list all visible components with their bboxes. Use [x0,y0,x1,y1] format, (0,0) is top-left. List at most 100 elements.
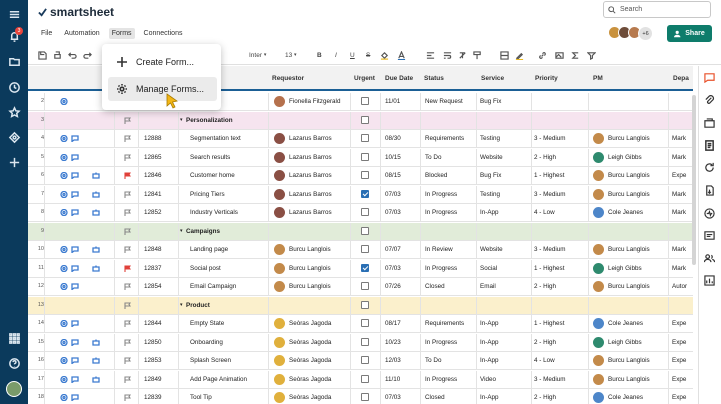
service-cell[interactable]: Testing [480,191,500,198]
service-cell[interactable]: In-App [480,320,499,327]
pm-name[interactable]: Cole Jeanes [608,320,643,327]
row-number[interactable]: 7 [28,191,44,197]
flag-icon[interactable] [124,246,132,253]
table-row[interactable]: 12 12854 Email Campaign Burcu Langlois 07/26… [28,278,693,296]
task-id[interactable]: 12837 [144,265,162,272]
column-header-urgent[interactable]: Urgent [354,75,375,82]
mention-icon[interactable] [60,171,68,180]
font-size-select[interactable]: 13 ▾ [285,50,297,60]
table-row[interactable]: 5 12865 Search results Lazarus Barros 10/15 T… [28,148,693,167]
automation-icon[interactable] [92,357,100,364]
save-icon[interactable] [38,50,47,60]
requestor-name[interactable]: Burcu Langlois [289,246,331,253]
requestor-name[interactable]: Lazarus Barros [289,209,332,216]
priority-cell[interactable]: 2 - High [534,154,556,161]
automation-icon[interactable] [92,246,100,253]
row-number[interactable]: 4 [28,135,44,141]
task-id[interactable]: 12848 [144,246,162,253]
flag-icon[interactable] [124,357,132,364]
automation-icon[interactable] [92,209,100,216]
collapse-chevron-icon[interactable]: ▾ [180,117,183,123]
flag-icon[interactable] [124,209,132,216]
menu-connections[interactable]: Connections [141,28,186,39]
priority-cell[interactable]: 4 - Low [534,209,555,216]
row-number[interactable]: 9 [28,228,44,234]
pm-name[interactable]: Burcu Langlois [608,283,650,290]
plus-icon[interactable] [7,155,21,169]
users-icon[interactable] [703,251,716,263]
urgent-checkbox[interactable] [361,226,369,235]
column-header-status[interactable]: Status [424,75,444,82]
urgent-checkbox[interactable] [361,152,369,161]
task-name[interactable]: Splash Screen [190,357,231,364]
service-cell[interactable]: In-App [480,394,499,401]
clear-format-icon[interactable] [458,50,467,60]
group-row[interactable]: 9 ▾ Campaigns [28,222,693,241]
row-number[interactable]: 6 [28,172,44,178]
image-icon[interactable] [555,50,564,60]
task-name[interactable]: Landing page [190,246,228,253]
pm-name[interactable]: Burcu Langlois [608,191,650,198]
highlight-icon[interactable] [515,50,524,60]
mention-icon[interactable] [60,282,68,291]
due-date[interactable]: 12/03 [385,357,401,364]
automation-icon[interactable] [92,172,100,179]
collapse-chevron-icon[interactable]: ▾ [180,228,183,234]
pm-name[interactable]: Leigh Gibbs [608,265,642,272]
strikethrough-button[interactable]: S [366,50,370,60]
requestor-name[interactable]: Lazarus Barros [289,172,332,179]
department-cell[interactable]: Mark [672,246,686,253]
urgent-checkbox[interactable] [361,134,369,142]
requestor-name[interactable]: Burcu Langlois [289,265,331,272]
flag-icon[interactable] [124,394,132,401]
mention-icon[interactable] [60,190,68,198]
department-cell[interactable]: Mark [672,209,686,216]
priority-cell[interactable]: 2 - High [534,283,556,290]
flag-icon[interactable] [124,227,132,235]
row-number[interactable]: 10 [28,246,44,252]
collapse-chevron-icon[interactable]: ▾ [180,302,183,308]
task-name[interactable]: Onboarding [190,339,223,346]
due-date[interactable]: 08/17 [385,320,401,327]
service-cell[interactable]: Bug Fix [480,172,501,179]
mention-icon[interactable] [60,97,68,106]
menu-icon[interactable] [7,7,21,21]
department-cell[interactable]: Mark [672,135,686,142]
apps-grid-icon[interactable] [7,331,21,345]
service-cell[interactable]: In-App [480,357,499,364]
clock-icon[interactable] [7,80,21,94]
status-cell[interactable]: Requirements [425,135,464,142]
priority-cell[interactable]: 1 - Highest [534,172,564,179]
wrap-text-icon[interactable] [443,50,452,60]
urgent-checkbox[interactable] [361,245,369,253]
solutions-icon[interactable] [7,130,21,144]
automation-icon[interactable] [92,376,100,383]
flag-icon[interactable] [124,283,132,290]
urgent-checkbox[interactable] [361,356,369,364]
urgent-checkbox[interactable] [361,97,369,105]
requestor-name[interactable]: Lazarus Barros [289,135,332,142]
table-row[interactable]: 14 12844 Empty State Seòras Jagoda 08/17 Requ… [28,315,693,333]
align-icon[interactable] [426,50,435,60]
table-row[interactable]: 15 12850 Onboarding Seòras Jagoda 10/23 In Pr… [28,333,693,352]
search-input[interactable]: Search [603,1,711,18]
mention-icon[interactable] [60,208,68,217]
italic-button[interactable]: I [335,50,337,60]
undo-icon[interactable] [68,50,77,60]
column-header-requestor[interactable]: Requestor [272,75,304,82]
row-number[interactable]: 18 [28,394,44,400]
task-id[interactable]: 12853 [144,357,162,364]
pm-name[interactable]: Leigh Gibbs [608,154,642,161]
due-date[interactable]: 10/15 [385,154,401,161]
attachment-icon[interactable] [704,93,716,105]
urgent-checkbox[interactable] [361,300,369,309]
comment-icon[interactable] [71,190,79,199]
priority-cell[interactable]: 1 - Highest [534,265,564,272]
font-select[interactable]: Inter ▾ [249,50,266,60]
requestor-name[interactable]: Seòras Jagoda [289,339,331,346]
status-cell[interactable]: In Progress [425,265,457,272]
bold-button[interactable]: B [317,50,322,60]
service-cell[interactable]: Website [480,154,503,161]
sum-icon[interactable] [571,50,580,60]
due-date[interactable]: 08/15 [385,172,401,179]
